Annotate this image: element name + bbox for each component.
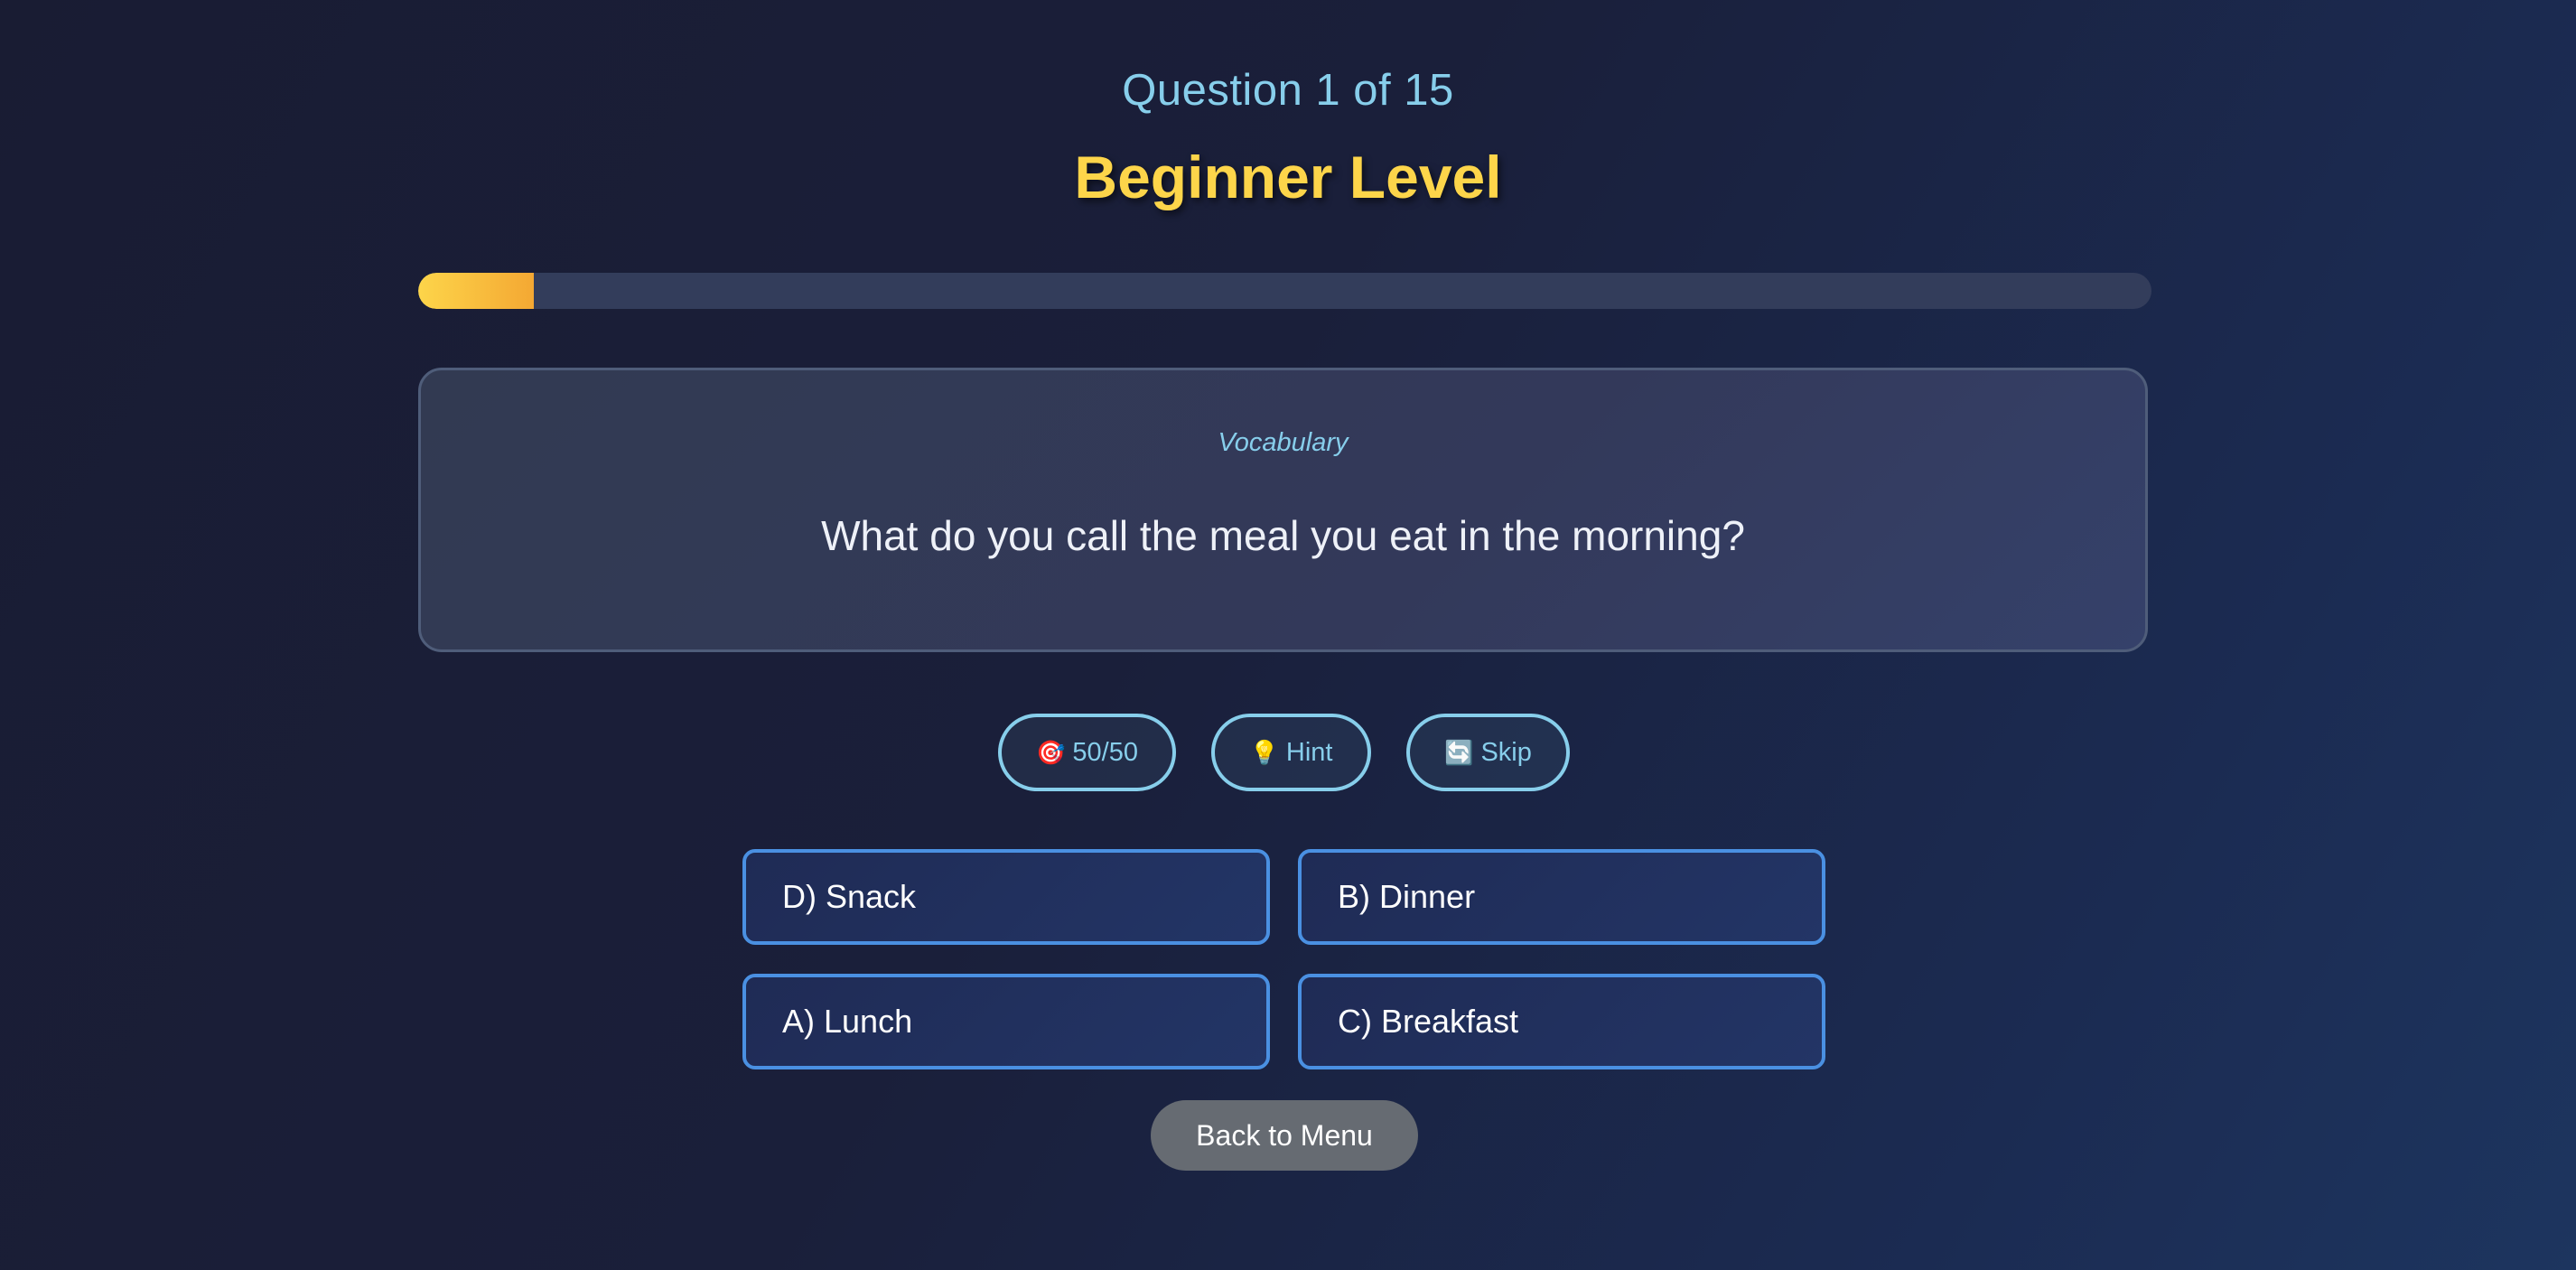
answer-label: C) Breakfast [1338,1003,1519,1040]
answer-option-c[interactable]: C) Breakfast [1298,974,1825,1069]
skip-button[interactable]: 🔄 Skip [1406,714,1570,791]
hint-button[interactable]: 💡 Hint [1211,714,1371,791]
hint-label: Hint [1285,737,1333,767]
question-counter: Question 1 of 15 [1122,66,1454,115]
progress-bar-fill [418,273,534,309]
answer-option-d[interactable]: D) Snack [742,849,1270,945]
back-to-menu-button[interactable]: Back to Menu [1151,1100,1418,1171]
answer-label: B) Dinner [1338,878,1476,915]
question-category: Vocabulary [1218,428,1349,457]
lightbulb-icon: 💡 [1249,738,1279,766]
answer-option-a[interactable]: A) Lunch [742,974,1270,1069]
target-icon: 🎯 [1036,738,1066,766]
fifty-fifty-label: 50/50 [1072,737,1138,767]
lifelines-row: 🎯 50/50 💡 Hint 🔄 Skip [0,714,2576,791]
refresh-icon: 🔄 [1444,738,1474,766]
fifty-fifty-button[interactable]: 🎯 50/50 [998,714,1176,791]
answer-label: A) Lunch [782,1003,913,1040]
level-title: Beginner Level [1074,144,1502,210]
question-text: What do you call the meal you eat in the… [821,512,1745,559]
progress-bar [418,273,2151,309]
answer-label: D) Snack [782,878,917,915]
answer-option-b[interactable]: B) Dinner [1298,849,1825,945]
question-card: Vocabulary What do you call the meal you… [418,368,2148,652]
skip-label: Skip [1480,737,1532,767]
quiz-screen: Question 1 of 15 Beginner Level Vocabula… [0,0,2576,1270]
